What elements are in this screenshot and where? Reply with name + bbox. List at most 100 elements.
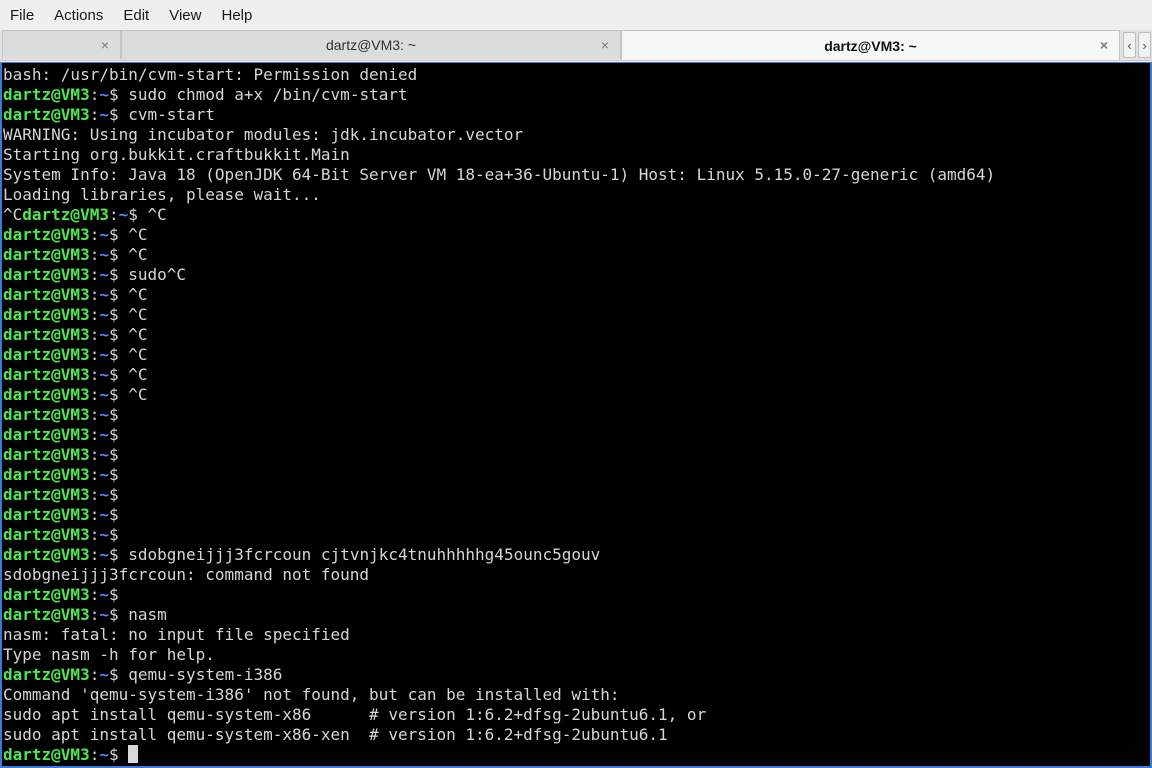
tab-scroll-right-button[interactable]: ›	[1138, 32, 1151, 58]
tab-label: dartz@VM3: ~	[325, 37, 417, 53]
prompt-user-host: dartz@VM3	[3, 545, 90, 564]
prompt-path: ~	[99, 445, 109, 464]
prompt-path: ~	[99, 585, 109, 604]
prompt-user-host: dartz@VM3	[3, 665, 90, 684]
terminal-prompt-line: dartz@VM3:~$	[3, 405, 995, 425]
terminal-prompt-line: dartz@VM3:~$ sudo^C	[3, 265, 995, 285]
prompt-path: ~	[99, 365, 109, 384]
prompt-user-host: dartz@VM3	[3, 505, 90, 524]
command-text: ^C	[118, 325, 148, 344]
prompt-symbol: $	[108, 605, 119, 624]
prompt-symbol: $	[108, 465, 119, 484]
prompt-separator: :	[89, 425, 100, 444]
prompt-user-host: dartz@VM3	[3, 265, 90, 284]
prompt-separator: :	[89, 545, 100, 564]
prompt-user-host: dartz@VM3	[3, 445, 90, 464]
prompt-symbol: $	[108, 105, 119, 124]
prompt-path: ~	[99, 265, 109, 284]
prompt-path: ~	[99, 105, 109, 124]
terminal-prompt-line: dartz@VM3:~$	[3, 505, 995, 525]
command-text: sudo^C	[118, 265, 187, 284]
prompt-separator: :	[89, 345, 100, 364]
command-text: sdobgneijjj3fcrcoun cjtvnjkc4tnuhhhhhg45…	[118, 545, 601, 564]
prompt-separator: :	[108, 205, 119, 224]
prompt-separator: :	[89, 225, 100, 244]
terminal-prompt-line: dartz@VM3:~$	[3, 525, 995, 545]
command-text: sudo chmod a+x /bin/cvm-start	[118, 85, 408, 104]
terminal-prompt-line: dartz@VM3:~$ ^C	[3, 345, 995, 365]
command-text: ^C	[118, 305, 148, 324]
command-text: ^C	[118, 365, 148, 384]
terminal-output-line: Starting org.bukkit.craftbukkit.Main	[3, 145, 350, 164]
prompt-symbol: $	[108, 305, 119, 324]
prompt-path: ~	[99, 405, 109, 424]
command-text: ^C	[118, 245, 148, 264]
prompt-prefix: ^C	[3, 205, 23, 224]
menu-actions[interactable]: Actions	[44, 0, 113, 30]
prompt-symbol: $	[108, 365, 119, 384]
prompt-separator: :	[89, 465, 100, 484]
prompt-path: ~	[99, 305, 109, 324]
terminal-prompt-line: dartz@VM3:~$	[3, 745, 995, 765]
terminal-prompt-line: dartz@VM3:~$ ^C	[3, 365, 995, 385]
menu-bar: File Actions Edit View Help	[0, 0, 1152, 30]
menu-edit[interactable]: Edit	[113, 0, 159, 30]
close-icon[interactable]: ×	[98, 37, 112, 53]
terminal-prompt-line: dartz@VM3:~$ ^C	[3, 225, 995, 245]
prompt-user-host: dartz@VM3	[3, 425, 90, 444]
terminal-output-line: Type nasm -h for help.	[3, 645, 215, 664]
prompt-user-host: dartz@VM3	[3, 465, 90, 484]
prompt-user-host: dartz@VM3	[3, 245, 90, 264]
prompt-symbol: $	[108, 325, 119, 344]
terminal-prompt-line: dartz@VM3:~$	[3, 425, 995, 445]
prompt-separator: :	[89, 405, 100, 424]
prompt-user-host: dartz@VM3	[3, 585, 90, 604]
terminal-output: bash: /usr/bin/cvm-start: Permission den…	[3, 65, 995, 765]
prompt-path: ~	[99, 485, 109, 504]
terminal-prompt-line: dartz@VM3:~$	[3, 585, 995, 605]
terminal-prompt-line: dartz@VM3:~$ sdobgneijjj3fcrcoun cjtvnjk…	[3, 545, 995, 565]
prompt-path: ~	[99, 85, 109, 104]
prompt-path: ~	[118, 205, 129, 224]
command-text: ^C	[118, 225, 148, 244]
prompt-path: ~	[99, 325, 109, 344]
prompt-path: ~	[99, 745, 109, 764]
prompt-symbol: $	[108, 545, 119, 564]
terminal-prompt-line: dartz@VM3:~$	[3, 445, 995, 465]
terminal-prompt-line: dartz@VM3:~$ ^C	[3, 325, 995, 345]
prompt-separator: :	[89, 485, 100, 504]
close-icon[interactable]: ×	[1097, 37, 1111, 53]
menu-file[interactable]: File	[0, 0, 44, 30]
menu-view[interactable]: View	[159, 0, 211, 30]
prompt-separator: :	[89, 85, 100, 104]
prompt-separator: :	[89, 285, 100, 304]
chevron-right-icon: ›	[1142, 37, 1147, 53]
terminal-prompt-line: dartz@VM3:~$ sudo chmod a+x /bin/cvm-sta…	[3, 85, 995, 105]
prompt-path: ~	[99, 225, 109, 244]
prompt-user-host: dartz@VM3	[3, 345, 90, 364]
prompt-symbol: $	[108, 445, 119, 464]
prompt-symbol: $	[108, 245, 119, 264]
command-text: cvm-start	[118, 105, 215, 124]
prompt-separator: :	[89, 105, 100, 124]
tab-label: dartz@VM3: ~	[824, 37, 917, 54]
tab-scroll-left-button[interactable]: ‹	[1123, 32, 1136, 58]
terminal-prompt-line: dartz@VM3:~$ ^C	[3, 245, 995, 265]
terminal-output-line: WARNING: Using incubator modules: jdk.in…	[3, 125, 524, 144]
close-icon[interactable]: ×	[598, 37, 612, 53]
terminal-output-line: System Info: Java 18 (OpenJDK 64-Bit Ser…	[3, 165, 996, 184]
prompt-path: ~	[99, 605, 109, 624]
chevron-left-icon: ‹	[1127, 37, 1132, 53]
prompt-user-host: dartz@VM3	[3, 325, 90, 344]
prompt-separator: :	[89, 365, 100, 384]
tab-2[interactable]: dartz@VM3: ~ ×	[121, 30, 621, 59]
terminal-prompt-line: dartz@VM3:~$	[3, 465, 995, 485]
prompt-path: ~	[99, 385, 109, 404]
tab-1[interactable]: ×	[2, 30, 121, 59]
command-text	[119, 745, 129, 764]
tab-3-active[interactable]: dartz@VM3: ~ ×	[621, 30, 1120, 60]
prompt-path: ~	[99, 465, 109, 484]
terminal-view[interactable]: bash: /usr/bin/cvm-start: Permission den…	[0, 62, 1152, 768]
prompt-symbol: $	[108, 745, 119, 764]
menu-help[interactable]: Help	[211, 0, 262, 30]
